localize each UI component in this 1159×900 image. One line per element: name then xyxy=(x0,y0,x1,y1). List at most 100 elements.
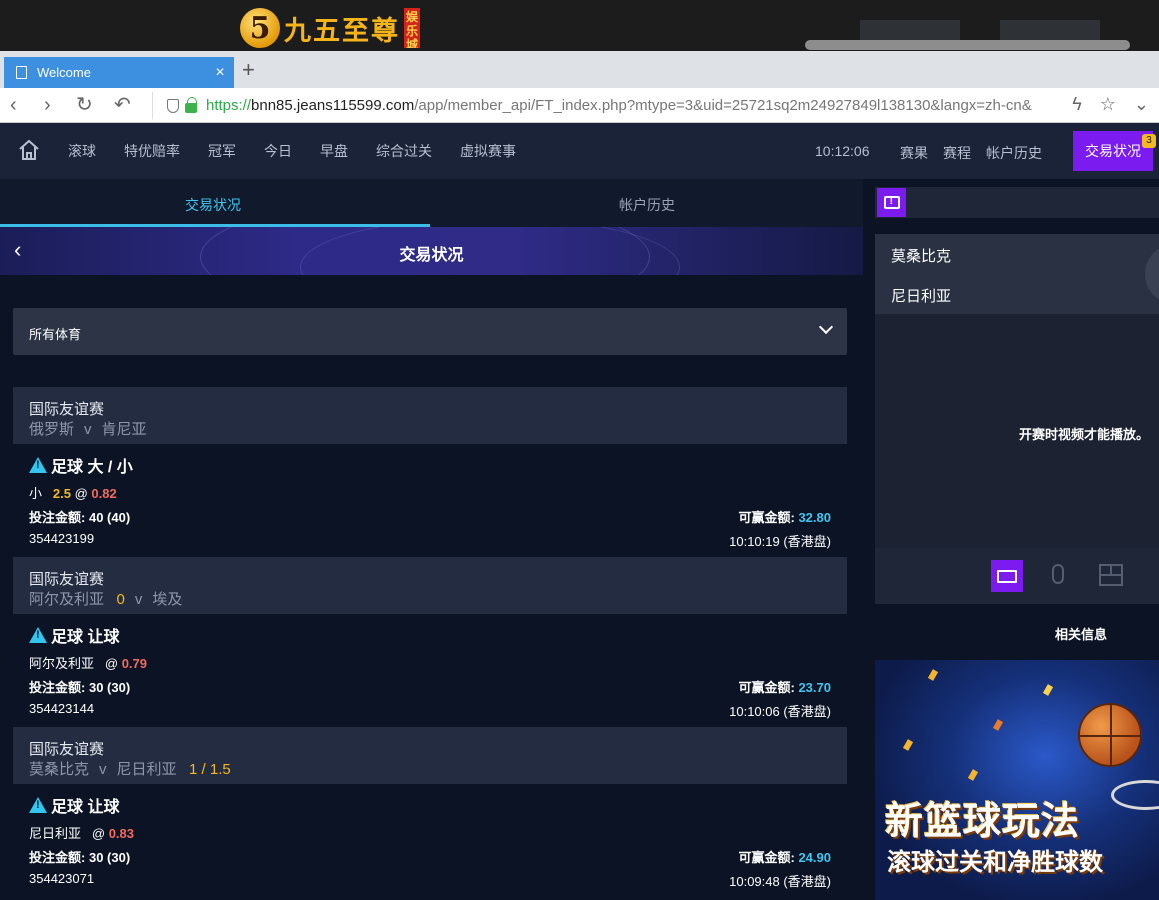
confetti xyxy=(902,739,914,751)
match-teams: 莫桑比克 v 尼日利亚 1 / 1.5 xyxy=(29,761,231,778)
bet-selection: 尼日利亚 @ 0.83 xyxy=(29,826,134,841)
bet-selection: 阿尔及利亚 @ 0.79 xyxy=(29,656,147,671)
ticket-number: 354423144 xyxy=(29,701,95,716)
bet-potential-win: 可赢金额: 24.90 xyxy=(738,850,831,865)
match-teams: 俄罗斯 v 肯尼亚 xyxy=(29,421,147,438)
page-title: 交易状况 xyxy=(399,247,464,264)
close-icon[interactable]: × xyxy=(206,64,234,82)
nav-item-special-odds[interactable]: 特优赔率 xyxy=(124,141,180,161)
chevron-down-icon[interactable]: ⌄ xyxy=(1134,94,1149,115)
bet-potential-win: 可赢金额: 23.70 xyxy=(738,680,831,695)
video-team-home: 莫桑比克 xyxy=(891,248,952,265)
bet-status-panel: 交易状况 帐户历史 ‹ 交易状况 所有体育 国际友谊赛 俄罗斯v肯尼亚 足球 大… xyxy=(0,179,863,900)
browser-tab[interactable]: Welcome × xyxy=(4,57,234,88)
video-message: 开赛时视频才能播放。 xyxy=(1018,427,1149,442)
nav-item-account-history[interactable]: 帐户历史 xyxy=(986,143,1042,163)
logo-tag: 娱乐城 xyxy=(404,8,420,48)
bet-stake: 投注金额: 40 (40) xyxy=(29,510,131,525)
nav-item-parlay[interactable]: 综合过关 xyxy=(376,141,432,161)
transaction-status-button[interactable]: 交易状况 xyxy=(1073,131,1153,171)
bet-selection: 小 2.5 @ 0.82 xyxy=(29,486,117,501)
layout-icon[interactable] xyxy=(1099,564,1123,586)
browser-addressbar: ‹ › ↻ ↶ https://bnn85.jeans115599.com/ap… xyxy=(0,88,1159,123)
match-header: 国际友谊赛 莫桑比克 v 尼日利亚 1 / 1.5 xyxy=(13,727,847,784)
star-icon[interactable]: ☆ xyxy=(1100,94,1116,115)
live-video-panel: 莫桑比克 尼日利亚 开赛时视频才能播放。 xyxy=(875,234,1159,548)
shield-icon xyxy=(167,98,179,113)
warning-icon xyxy=(29,797,47,813)
ticket-number: 354423071 xyxy=(29,871,95,886)
nav-item-today[interactable]: 今日 xyxy=(264,141,292,161)
lightning-icon[interactable]: ϟ xyxy=(1072,94,1082,115)
match-header: 国际友谊赛 俄罗斯 v 肯尼亚 xyxy=(13,387,847,444)
notification-badge: 3 xyxy=(1142,134,1156,148)
bet-market: 足球 让球 xyxy=(29,793,119,817)
related-info-heading: 相关信息 xyxy=(1055,627,1108,642)
confetti xyxy=(1042,684,1054,696)
nav-item-inplay[interactable]: 滚球 xyxy=(68,141,96,161)
chat-bar xyxy=(875,187,1159,218)
chat-alert-icon[interactable] xyxy=(877,188,906,217)
ball-graphic xyxy=(1145,244,1159,304)
back-icon[interactable]: ‹ xyxy=(10,94,17,116)
confetti xyxy=(992,719,1004,731)
nav-item-schedule[interactable]: 赛程 xyxy=(943,143,971,163)
hoop-graphic xyxy=(1111,780,1159,810)
nav-item-early[interactable]: 早盘 xyxy=(320,141,348,161)
clock: 10:12:06 xyxy=(815,143,870,159)
nav-item-results[interactable]: 赛果 xyxy=(900,143,928,163)
confetti xyxy=(927,669,939,681)
reload-icon[interactable]: ↻ xyxy=(76,94,93,116)
match-teams: 阿尔及利亚 0 v 埃及 xyxy=(29,591,183,608)
select-value: 所有体育 xyxy=(29,327,82,342)
main-nav: 滚球 特优赔率 冠军 今日 早盘 综合过关 虚拟赛事 10:12:06 赛果 赛… xyxy=(0,123,1159,179)
tab-transaction-status[interactable]: 交易状况 xyxy=(185,195,241,215)
bet-slip: 足球 大 / 小 小 2.5 @ 0.82 投注金额: 40 (40) 可赢金额… xyxy=(13,444,847,557)
forward-icon[interactable]: › xyxy=(44,94,51,116)
league-name: 国际友谊赛 xyxy=(29,571,105,588)
home-icon[interactable] xyxy=(18,139,40,161)
bet-potential-win: 可赢金额: 32.80 xyxy=(738,510,831,525)
page-icon xyxy=(16,66,27,79)
ticket-number: 354423199 xyxy=(29,531,95,546)
undo-icon[interactable]: ↶ xyxy=(114,94,131,116)
tab-account-history[interactable]: 帐户历史 xyxy=(619,195,675,215)
bet-market: 足球 让球 xyxy=(29,623,119,647)
promo-banner[interactable]: 新篮球玩法 滚球过关和净胜球数 xyxy=(875,660,1159,900)
bet-slip: 足球 让球 阿尔及利亚 @ 0.79 投注金额: 30 (30) 可赢金额: 2… xyxy=(13,614,847,727)
league-name: 国际友谊赛 xyxy=(29,741,105,758)
microphone-icon[interactable] xyxy=(1052,564,1064,584)
brand-logo[interactable]: 5 九五至尊 娱乐城 xyxy=(240,8,420,48)
video-controls xyxy=(875,548,1159,604)
warning-icon xyxy=(29,457,47,473)
bet-stake: 投注金额: 30 (30) xyxy=(29,680,131,695)
bet-market: 足球 大 / 小 xyxy=(29,453,133,477)
sport-filter-select[interactable]: 所有体育 xyxy=(13,308,847,355)
lock-icon xyxy=(185,96,197,113)
basketball-icon xyxy=(1078,703,1142,767)
side-panel: 莫桑比克 尼日利亚 开赛时视频才能播放。 相关信息 新篮球玩法 滚球过关和净胜球… xyxy=(875,179,1159,900)
tab-title: Welcome xyxy=(37,65,91,80)
bet-time: 10:10:06 (香港盘) xyxy=(729,704,831,719)
url-text: https://bnn85.jeans115599.com/app/member… xyxy=(206,97,1032,114)
bet-time: 10:09:48 (香港盘) xyxy=(729,874,831,889)
video-team-away: 尼日利亚 xyxy=(891,288,952,305)
url-field[interactable]: https://bnn85.jeans115599.com/app/member… xyxy=(152,92,1102,119)
logo-mark: 5 xyxy=(240,8,280,48)
new-tab-icon[interactable]: + xyxy=(242,59,255,81)
promo-title: 新篮球玩法 xyxy=(885,798,1081,843)
warning-icon xyxy=(29,627,47,643)
bet-slip: 足球 让球 尼日利亚 @ 0.83 投注金额: 30 (30) 可赢金额: 24… xyxy=(13,784,847,897)
logo-text: 九五至尊 xyxy=(284,15,400,47)
video-teams: 莫桑比克 尼日利亚 xyxy=(875,234,1159,314)
confetti xyxy=(967,769,979,781)
nav-item-outright[interactable]: 冠军 xyxy=(208,141,236,161)
chevron-down-icon xyxy=(818,319,834,335)
bet-time: 10:10:19 (香港盘) xyxy=(729,534,831,549)
bet-stake: 投注金额: 30 (30) xyxy=(29,850,131,865)
nav-item-virtual[interactable]: 虚拟赛事 xyxy=(460,141,516,161)
match-header: 国际友谊赛 阿尔及利亚 0 v 埃及 xyxy=(13,557,847,614)
site-banner: 5 九五至尊 娱乐城 xyxy=(0,0,1159,51)
browser-tabbar: Welcome × + xyxy=(0,51,1159,88)
tv-icon[interactable] xyxy=(991,560,1023,592)
